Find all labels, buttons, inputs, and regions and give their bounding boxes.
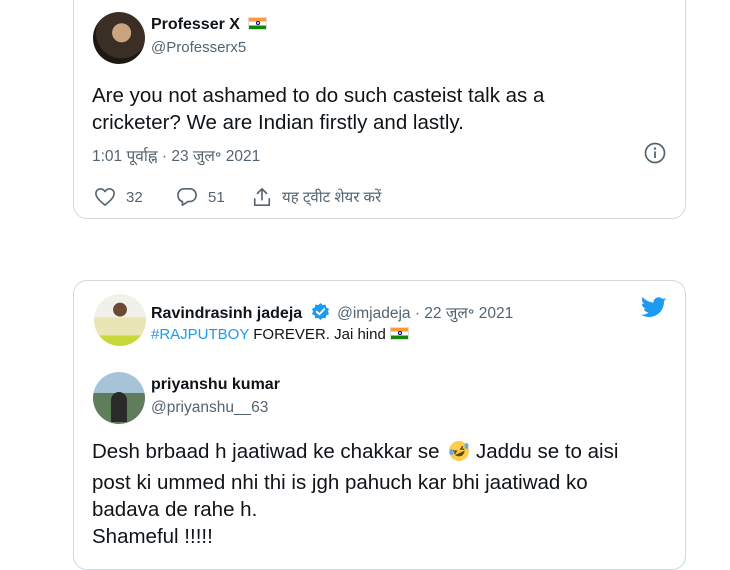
like-count: 32 [126,188,143,206]
quoted-author-handle[interactable]: @priyanshu__63 [151,399,268,417]
emoji-rofl-icon [448,440,470,469]
reply-button[interactable]: 51 [176,187,225,207]
tweet-card-professer[interactable]: Professer X @Professerx5 Are you not ash… [73,0,686,219]
hashtag-link[interactable]: #RAJPUTBOY [151,326,249,343]
avatar[interactable] [94,294,146,346]
quoted-avatar[interactable] [93,372,145,424]
tweet-card-jadeja[interactable]: Ravindrasinh jadeja @imjadeja · 22 जुल॰ … [73,280,686,570]
reply-count: 51 [208,188,225,206]
tweet-text: #RAJPUTBOY FOREVER. Jai hind [151,326,409,343]
verified-icon [311,302,330,326]
reply-icon [176,187,198,207]
quoted-tweet-text: Desh brbaad h jaatiwad ke chakkar se Jad… [92,438,618,550]
author-line: Ravindrasinh jadeja @imjadeja · 22 जुल॰ … [151,301,513,326]
author-name[interactable]: Ravindrasinh jadeja [151,305,302,322]
heart-icon [94,187,116,207]
author-name[interactable]: Professer X [151,16,268,34]
avatar[interactable] [93,12,145,64]
author-handle[interactable]: @Professerx5 [151,39,246,56]
tweet-timestamp[interactable]: 1:01 पूर्वाह्न · 23 जुल॰ 2021 [92,144,260,166]
tweet-text: Are you not ashamed to do such casteist … [92,84,545,134]
author-handle-date[interactable]: @imjadeja · 22 जुल॰ 2021 [337,305,513,322]
share-label: यह ट्वीट शेयर करें [282,189,382,206]
quoted-author-name[interactable]: priyanshu kumar [151,376,280,394]
share-icon [252,187,272,207]
like-button[interactable]: 32 [94,187,143,207]
info-icon[interactable] [644,142,666,164]
india-flag-emoji [248,17,268,30]
twitter-logo-icon[interactable] [641,297,667,319]
share-tweet-button[interactable]: यह ट्वीट शेयर करें [252,187,381,207]
india-flag-emoji [389,327,409,340]
